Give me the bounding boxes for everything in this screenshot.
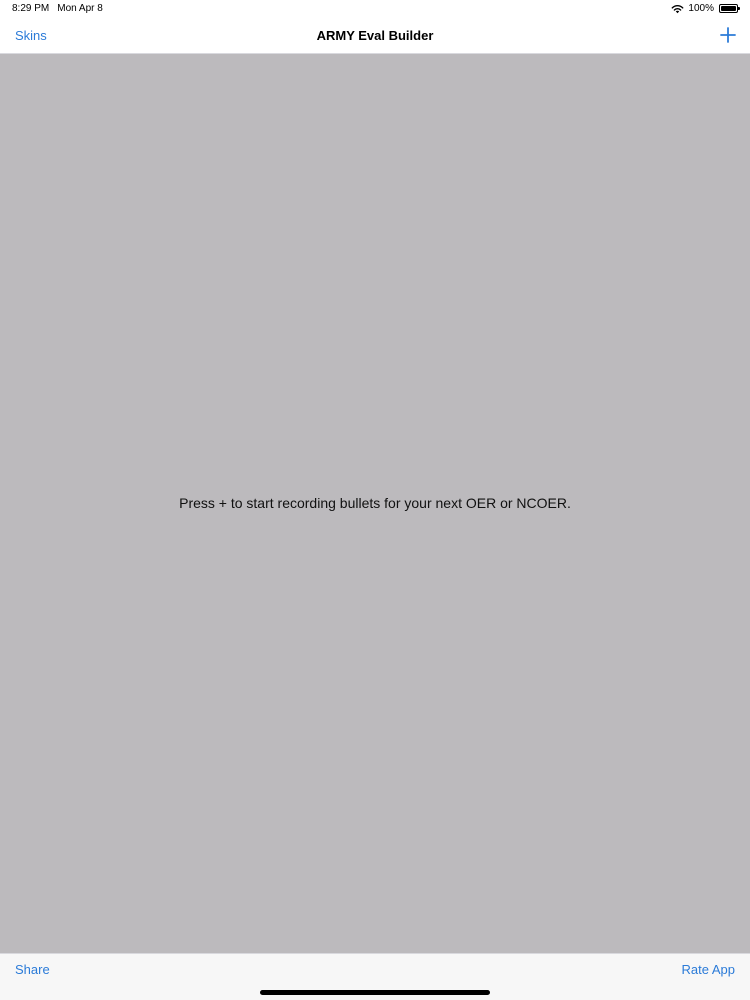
status-left: 8:29 PM Mon Apr 8: [12, 3, 103, 14]
page-title: ARMY Eval Builder: [316, 28, 434, 43]
battery-percent: 100%: [688, 3, 714, 14]
status-right: 100%: [671, 3, 740, 14]
battery-fill: [721, 6, 736, 11]
share-button[interactable]: Share: [15, 962, 50, 977]
empty-state-message: Press + to start recording bullets for y…: [179, 495, 571, 511]
status-date: Mon Apr 8: [57, 3, 103, 14]
status-bar: 8:29 PM Mon Apr 8 100%: [0, 0, 750, 18]
wifi-icon: [671, 4, 684, 14]
add-button[interactable]: [718, 25, 738, 45]
battery-icon: [719, 4, 740, 13]
status-time: 8:29 PM: [12, 3, 50, 14]
navigation-bar: Skins ARMY Eval Builder: [0, 18, 750, 54]
app-screen: 8:29 PM Mon Apr 8 100% Skins ARMY Eval B…: [0, 0, 750, 1000]
home-indicator[interactable]: [260, 990, 490, 995]
plus-icon: [720, 27, 736, 43]
rate-app-button[interactable]: Rate App: [682, 962, 736, 977]
content-area: Press + to start recording bullets for y…: [0, 54, 750, 953]
